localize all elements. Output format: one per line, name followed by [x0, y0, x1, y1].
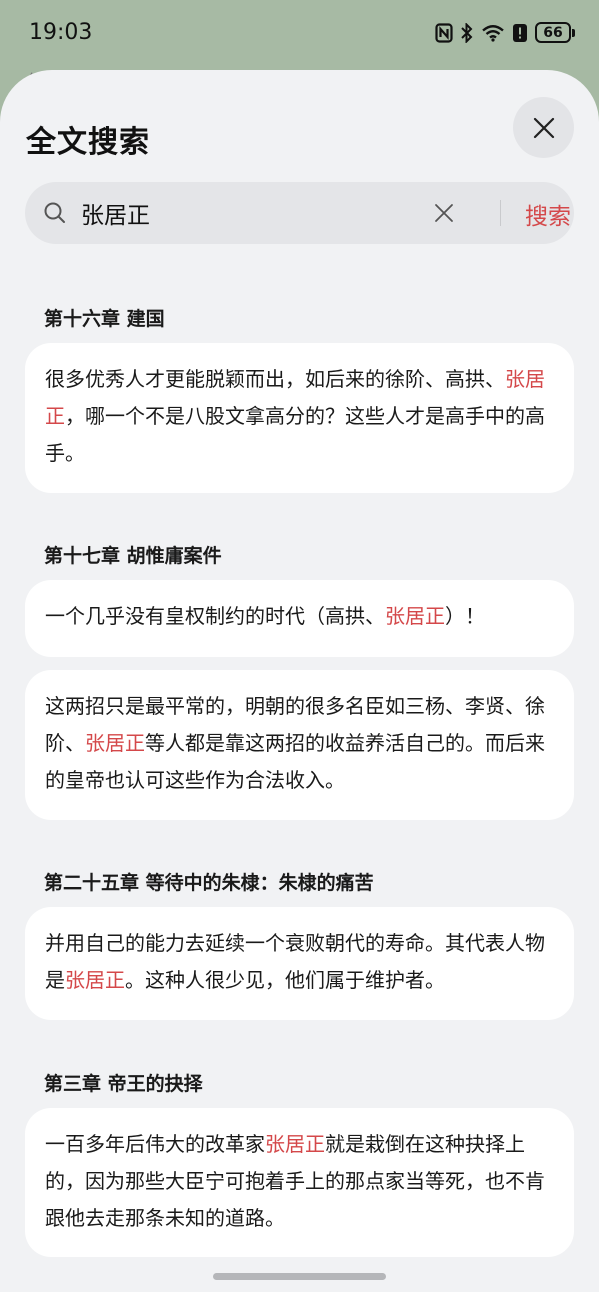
search-divider: [500, 200, 501, 226]
result-text-after: ，哪一个不是八股文拿高分的？这些人才是高手中的高手。: [45, 404, 545, 465]
search-icon: [44, 202, 65, 223]
home-indicator[interactable]: [213, 1273, 386, 1280]
result-match: 张居正: [385, 604, 445, 628]
chapter-title: 第十六章 建国: [44, 308, 165, 330]
status-time: 19:03: [29, 20, 93, 45]
result-card[interactable]: 一个几乎没有皇权制约的时代（高拱、张居正）！: [25, 580, 574, 657]
close-button[interactable]: [513, 97, 574, 158]
result-match: 张居正: [85, 731, 145, 755]
nfc-icon: [435, 22, 453, 43]
result-text-after: ）！: [445, 604, 485, 628]
result-card[interactable]: 这两招只是最平常的，明朝的很多名臣如三杨、李贤、徐阶、张居正等人都是靠这两招的收…: [25, 670, 574, 820]
chapter-title: 第二十五章 等待中的朱棣：朱棣的痛苦: [44, 872, 374, 894]
search-bar: 搜索: [25, 182, 574, 244]
result-text-before: 很多优秀人才更能脱颖而出，如后来的徐阶、高拱、: [45, 367, 505, 391]
result-text-before: 一百多年后伟大的改革家: [45, 1132, 265, 1156]
search-sheet: 全文搜索 搜索 第十六章 建国 很多优秀人才更能脱颖而出，如后来的徐阶、高拱、张…: [0, 70, 599, 1292]
bluetooth-icon: [461, 22, 473, 43]
result-match: 张居正: [265, 1132, 325, 1156]
wifi-icon: [482, 24, 504, 42]
status-icons: 66: [435, 22, 575, 43]
battery-icon: 66: [535, 22, 575, 43]
chapter-title: 第三章 帝王的抉择: [44, 1073, 203, 1095]
result-text-after: 。这种人很少见，他们属于维护者。: [125, 968, 445, 992]
result-card[interactable]: 并用自己的能力去延续一个衰败朝代的寿命。其代表人物是张居正。这种人很少见，他们属…: [25, 907, 574, 1020]
sheet-title: 全文搜索: [26, 125, 150, 160]
search-input[interactable]: [81, 195, 411, 231]
search-button[interactable]: 搜索: [525, 197, 571, 231]
status-bar: 19:03 66: [0, 0, 599, 70]
close-icon: [533, 117, 554, 138]
alert-icon: [513, 23, 527, 42]
result-card[interactable]: 很多优秀人才更能脱颖而出，如后来的徐阶、高拱、张居正，哪一个不是八股文拿高分的？…: [25, 343, 574, 493]
result-card[interactable]: 一百多年后伟大的改革家张居正就是栽倒在这种抉择上的，因为那些大臣宁可抱着手上的那…: [25, 1108, 574, 1257]
clear-icon[interactable]: [433, 202, 455, 224]
chapter-title: 第十七章 胡惟庸案件: [44, 545, 222, 567]
result-text-before: 一个几乎没有皇权制约的时代（高拱、: [45, 604, 385, 628]
result-match: 张居正: [65, 968, 125, 992]
